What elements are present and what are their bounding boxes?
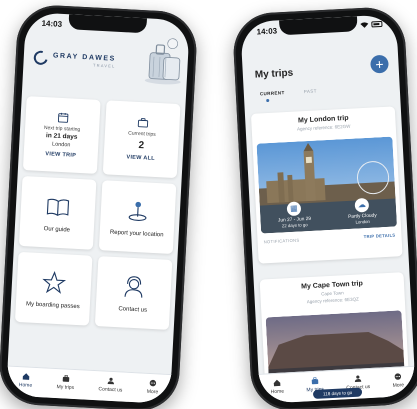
home-icon [22,373,30,380]
book-icon [46,198,70,216]
view-trip-link[interactable]: VIEW TRIP [45,151,76,159]
right-phone-screen: 14:03 My trips + CURRENT PAST My London … [240,14,416,404]
status-time: 14:03 [256,26,278,37]
home-icon [273,379,281,387]
person-icon [354,375,362,383]
trip-details-link[interactable]: TRIP DETAILS [364,233,396,240]
calendar-icon: ▦ [286,201,302,217]
contact-us-label: Contact us [118,305,148,314]
tab-my-trips[interactable]: My trips [56,374,74,391]
left-phone-frame: 14:03 GRAY DAWES TRAVEL Next trip starti… [0,3,199,409]
headset-icon [124,275,143,298]
trip-dates-info: ▦ Jun 27 - Jun 29 22 days to go [260,200,329,230]
current-trips-count: 2 [138,140,145,152]
boarding-passes-tile[interactable]: My boarding passes [14,251,93,326]
trip-info-overlay: ▦ Jun 27 - Jun 29 22 days to go ☁ Partly… [259,190,397,233]
right-phone-frame: 14:03 My trips + CURRENT PAST My London … [231,5,417,409]
left-tab-bar: Home My trips Contact us More [6,365,172,405]
person-icon [107,377,114,385]
notch [68,14,147,34]
suitcase-icon [311,377,319,385]
cloud-icon: ☁ [354,197,370,213]
brand-logo-icon [31,48,51,68]
suitcase-icon [62,374,70,382]
home-grid: Next trip starting in 21 days London VIE… [14,96,181,330]
contact-us-tile[interactable]: Contact us [94,256,173,330]
brand-logo: GRAY DAWES TRAVEL [52,52,116,68]
trip-weather-info: ☁ Partly Cloudy London [328,196,397,226]
tab-more[interactable]: More [146,379,159,396]
promo-scene: 14:03 GRAY DAWES TRAVEL Next trip starti… [0,0,417,409]
calendar-icon [57,112,68,123]
battery-icon [371,20,383,28]
tab-contact-us-label: Contact us [98,386,123,394]
our-guide-tile[interactable]: Our guide [18,176,97,250]
next-trip-card[interactable]: Next trip starting in 21 days London VIE… [22,96,101,174]
tab-home-label: Home [18,382,33,389]
tab-current[interactable]: CURRENT [260,90,285,96]
london-trip-card[interactable]: My London trip Agency reference: 6E2GW ▦… [250,106,403,264]
wifi-icon [360,22,369,28]
next-trip-when: in 21 days [45,132,78,141]
our-guide-label: Our guide [43,225,71,234]
report-location-label: Report your location [109,229,164,238]
tab-contact-us[interactable]: Contact us [98,376,123,394]
brand-header: GRAY DAWES TRAVEL [23,34,189,89]
more-icon [394,373,402,380]
notch [279,16,358,36]
tab-home-label: Home [270,388,285,396]
tab-more-label: More [392,382,405,389]
view-all-link[interactable]: VIEW ALL [126,154,155,161]
current-trips-card[interactable]: Current trips 2 VIEW ALL [102,100,181,179]
london-trip-image: ▦ Jun 27 - Jun 29 22 days to go ☁ Partly… [256,136,398,234]
status-icons [360,20,383,28]
active-tab-indicator [266,98,270,103]
tab-past[interactable]: PAST [304,88,317,94]
notifications-link[interactable]: NOTIFICATIONS [264,238,300,245]
report-location-tile[interactable]: Report your location [98,180,177,254]
tab-more-label: More [146,388,159,396]
trip-segment-control: CURRENT PAST [244,84,401,106]
star-icon [42,270,67,294]
suitcase-icon [137,118,148,128]
tab-more[interactable]: More [392,372,404,389]
status-time: 14:03 [41,18,63,29]
page-title: My trips [254,67,294,81]
my-trips-header: My trips + [242,54,399,88]
location-pin-icon [128,201,147,221]
boarding-passes-label: My boarding passes [25,300,80,310]
add-trip-button[interactable]: + [370,54,389,74]
luggage-illustration-icon [144,38,181,85]
current-trips-label: Current trips [128,130,156,138]
more-icon [149,379,157,387]
left-phone-screen: 14:03 GRAY DAWES TRAVEL Next trip starti… [6,11,190,405]
tab-home[interactable]: Home [270,379,285,396]
next-trip-city: London [51,141,71,149]
tab-my-trips-label: My trips [56,384,75,391]
tab-home[interactable]: Home [19,372,33,389]
